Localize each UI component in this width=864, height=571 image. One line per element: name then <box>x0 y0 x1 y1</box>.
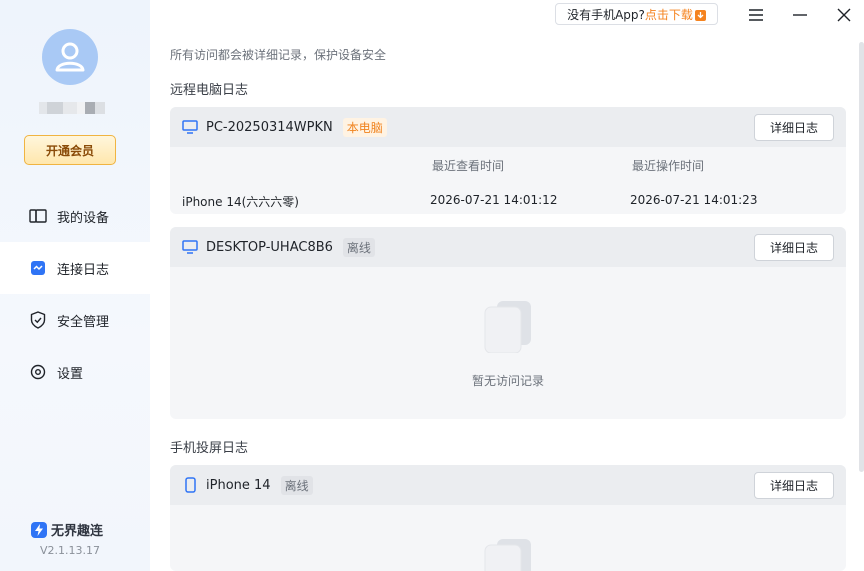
col-last-op-time: 最近操作时间 <box>632 159 705 173</box>
col-last-view-time: 最近查看时间 <box>432 159 505 173</box>
avatar[interactable] <box>42 29 98 85</box>
nav-item-settings[interactable]: 设置 <box>0 346 150 398</box>
log-icon <box>29 259 47 277</box>
empty-document-icon <box>483 299 533 354</box>
empty-document-icon <box>483 537 533 571</box>
user-icon <box>55 42 85 72</box>
detail-log-button[interactable]: 详细日志 <box>754 114 834 141</box>
main-content: 所有访问都会被详细记录，保护设备安全 远程电脑日志 PC-20250314WPK… <box>150 0 864 571</box>
device-card-pc: PC-20250314WPKN 本电脑 详细日志 最近查看时间 最近操作时间 i… <box>170 107 846 214</box>
log-client-name: iPhone 14(六六六零) <box>182 195 299 209</box>
phone-icon <box>182 477 198 493</box>
security-notice: 所有访问都会被详细记录，保护设备安全 <box>170 48 387 62</box>
nav-label: 设置 <box>57 366 84 382</box>
monitor-icon <box>182 120 198 134</box>
mobile-cast-log-title: 手机投屏日志 <box>170 441 249 456</box>
device-name: DESKTOP-UHAC8B6 <box>206 239 333 255</box>
vip-button[interactable]: 开通会员 <box>24 135 116 165</box>
empty-state-text: 暂无访问记录 <box>472 374 545 388</box>
log-view-time: 2026-07-21 14:01:12 <box>430 193 558 207</box>
remote-pc-log-title: 远程电脑日志 <box>170 83 249 98</box>
nav-item-my-devices[interactable]: 我的设备 <box>0 190 150 242</box>
log-op-time: 2026-07-21 14:01:23 <box>630 193 758 207</box>
device-name: iPhone 14 <box>206 477 271 493</box>
nav-item-security[interactable]: 安全管理 <box>0 294 150 346</box>
nav-item-connection-log[interactable]: 连接日志 <box>0 242 150 294</box>
device-card-header: iPhone 14 离线 详细日志 <box>170 465 846 505</box>
detail-log-button[interactable]: 详细日志 <box>754 472 834 499</box>
monitor-icon <box>182 240 198 254</box>
nav-label: 安全管理 <box>57 314 110 330</box>
version-label: V2.1.13.17 <box>40 544 101 557</box>
nav-label: 我的设备 <box>57 210 110 226</box>
detail-log-button[interactable]: 详细日志 <box>754 234 834 261</box>
username-masked <box>39 102 105 114</box>
settings-icon <box>29 363 47 381</box>
device-card-header: PC-20250314WPKN 本电脑 详细日志 <box>170 107 846 147</box>
brand-logo-icon <box>31 521 47 538</box>
offline-badge: 离线 <box>280 475 313 495</box>
device-card-iphone: iPhone 14 离线 详细日志 <box>170 465 846 571</box>
brand: 无界趣连 <box>31 520 103 539</box>
offline-badge: 离线 <box>342 237 375 257</box>
shield-icon <box>29 311 47 329</box>
nav-label: 连接日志 <box>57 262 110 278</box>
device-name: PC-20250314WPKN <box>206 119 333 135</box>
device-card-desktop: DESKTOP-UHAC8B6 离线 详细日志 暂无访问记录 <box>170 227 846 419</box>
brand-name: 无界趣连 <box>51 524 104 539</box>
sidebar: 开通会员 我的设备 连接日志 安全管理 设置 无界趣连 V2.1.13.17 <box>0 0 150 571</box>
this-pc-badge: 本电脑 <box>342 117 387 137</box>
scrollbar[interactable] <box>859 42 864 472</box>
device-card-header: DESKTOP-UHAC8B6 离线 详细日志 <box>170 227 846 267</box>
devices-icon <box>29 207 47 225</box>
